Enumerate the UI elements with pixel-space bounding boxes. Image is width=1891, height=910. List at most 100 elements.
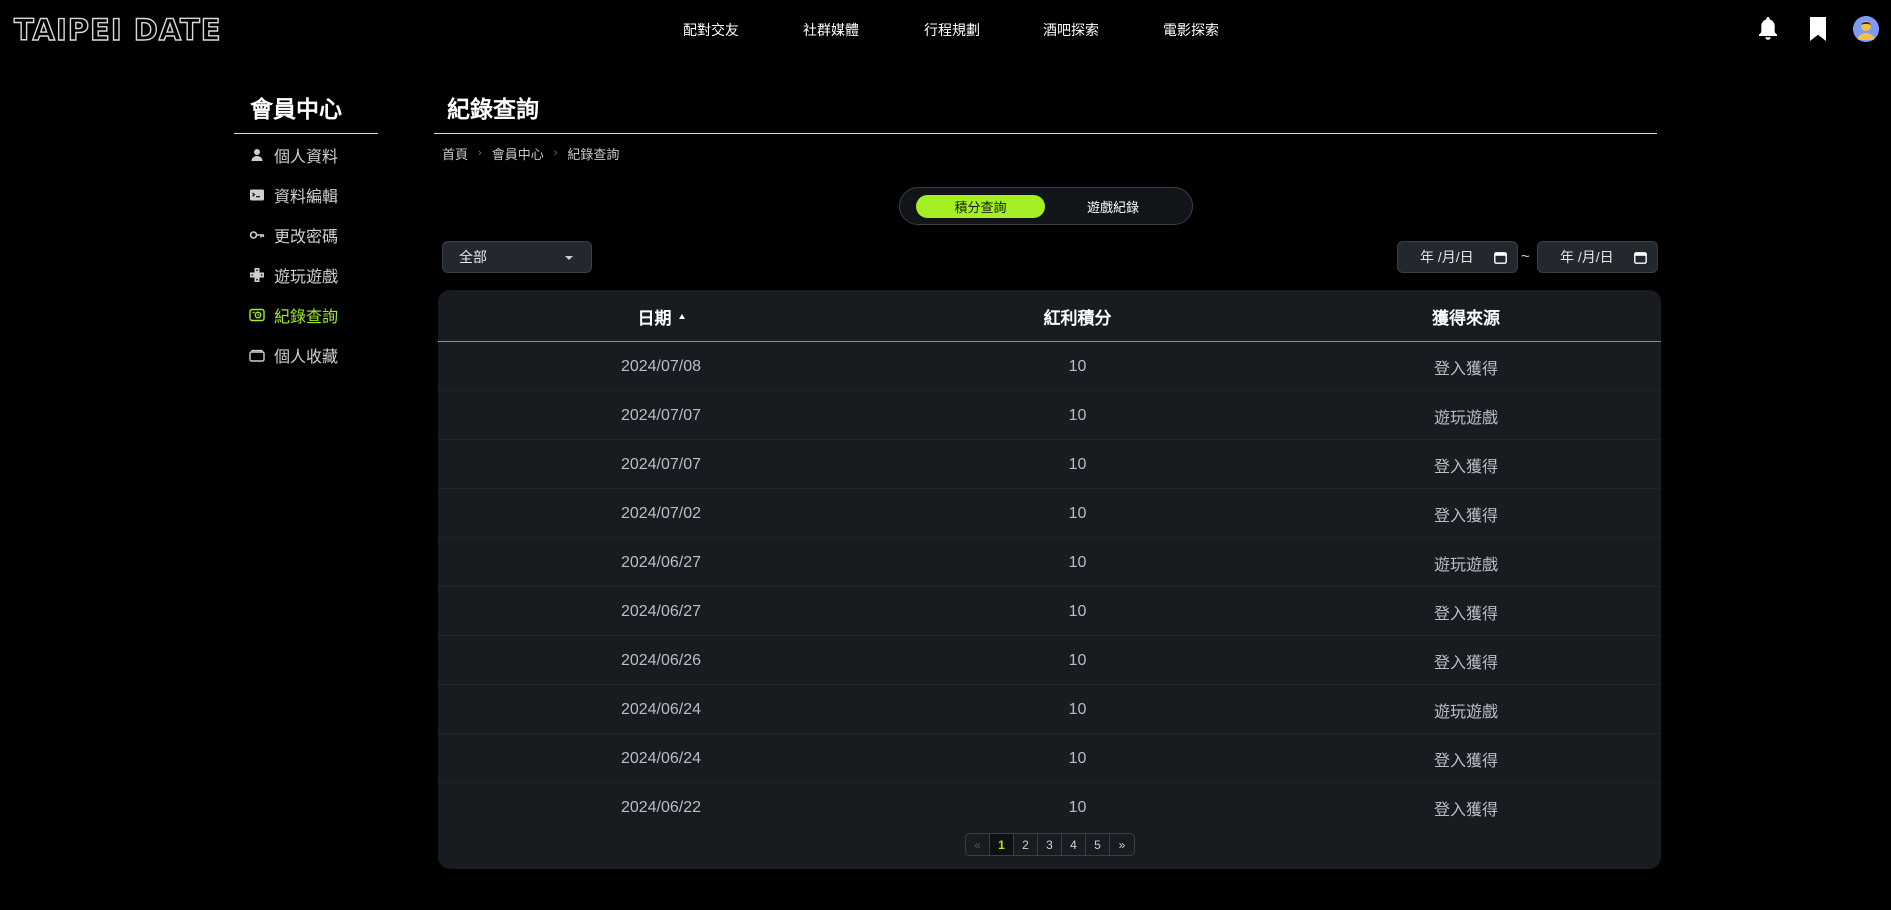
cell-date: 2024/06/27 <box>620 602 702 620</box>
cell-source: 登入獲得 <box>1433 752 1498 770</box>
sidebar-divider <box>234 133 378 134</box>
nav-item-bars[interactable]: 酒吧探索 <box>1043 20 1099 40</box>
cell-points: 10 <box>1068 406 1087 424</box>
cell-points: 10 <box>1068 700 1087 718</box>
key-icon <box>249 231 265 239</box>
sort-ascending-icon[interactable] <box>678 313 685 319</box>
terminal-icon <box>250 189 264 201</box>
table-header: 日期 紅利積分 獲得來源 <box>438 290 1661 342</box>
table-row: 2024/06/24 10 登入獲得 <box>438 734 1661 783</box>
cell-date: 2024/06/26 <box>620 651 702 669</box>
pagination-page-1[interactable]: 1 <box>990 834 1014 855</box>
cell-source: 登入獲得 <box>1433 654 1498 672</box>
cell-source: 登入獲得 <box>1433 801 1498 819</box>
cell-date: 2024/07/07 <box>620 455 702 473</box>
tab-points[interactable]: 積分查詢 <box>916 195 1045 218</box>
cell-date: 2024/07/07 <box>620 406 702 424</box>
pagination-page-3[interactable]: 3 <box>1038 834 1062 855</box>
tab-game-records[interactable]: 遊戲紀錄 <box>1048 195 1178 218</box>
cell-date: 2024/06/24 <box>620 700 702 718</box>
top-navbar: TAIPEI DATE 配對交友 社群媒體 行程規劃 酒吧探索 電影探索 <box>0 0 1891 60</box>
sidebar-item-play-games[interactable]: 遊玩遊戲 <box>249 263 338 287</box>
cell-source: 遊玩遊戲 <box>1433 556 1498 574</box>
table-row: 2024/06/27 10 遊玩遊戲 <box>438 538 1661 587</box>
pagination-next[interactable]: » <box>1110 834 1134 855</box>
breadcrumb: 首頁 › 會員中心 › 紀錄查詢 <box>442 144 619 162</box>
avatar[interactable] <box>1853 16 1879 42</box>
chevron-right-icon: › <box>553 147 558 159</box>
sidebar-item-label: 個人收藏 <box>274 349 339 366</box>
cell-source: 登入獲得 <box>1433 507 1498 525</box>
sidebar-item-label: 資料編輯 <box>274 189 339 206</box>
nav-item-itinerary[interactable]: 行程規劃 <box>924 20 980 40</box>
cell-source: 登入獲得 <box>1433 458 1498 476</box>
sidebar-item-change-password[interactable]: 更改密碼 <box>249 223 338 247</box>
select-value: 全部 <box>459 249 487 265</box>
cell-source: 遊玩遊戲 <box>1433 409 1498 427</box>
cell-date: 2024/07/08 <box>620 357 702 375</box>
date-to-value: 年 /月/日 <box>1560 249 1614 265</box>
column-header-label: 日期 <box>637 308 672 328</box>
sidebar-item-label: 紀錄查詢 <box>274 309 339 326</box>
pagination-prev[interactable]: « <box>966 834 990 855</box>
column-header-date[interactable]: 日期 <box>438 290 884 342</box>
table-row: 2024/06/22 10 登入獲得 <box>438 783 1661 832</box>
sidebar-item-label: 更改密碼 <box>274 229 339 246</box>
title-divider <box>434 133 1657 134</box>
nav-item-social[interactable]: 社群媒體 <box>803 20 859 40</box>
source-filter-select[interactable]: 全部 <box>442 241 592 273</box>
column-header-source: 獲得來源 <box>1432 308 1500 328</box>
sidebar-title: 會員中心 <box>250 96 342 122</box>
pagination: « 1 2 3 4 5 » <box>965 833 1135 856</box>
bell-icon[interactable] <box>1756 15 1782 45</box>
breadcrumb-member-center[interactable]: 會員中心 <box>492 144 544 163</box>
sidebar-item-label: 個人資料 <box>274 149 339 166</box>
nav-item-movies[interactable]: 電影探索 <box>1163 20 1219 40</box>
cell-date: 2024/06/22 <box>620 798 702 816</box>
cell-points: 10 <box>1068 798 1087 816</box>
calendar-icon[interactable] <box>1634 251 1647 264</box>
cell-points: 10 <box>1068 553 1087 571</box>
table-row: 2024/07/07 10 登入獲得 <box>438 440 1661 489</box>
cell-points: 10 <box>1068 749 1087 767</box>
table-row: 2024/07/02 10 登入獲得 <box>438 489 1661 538</box>
cell-date: 2024/06/24 <box>620 749 702 767</box>
date-from-value: 年 /月/日 <box>1420 249 1474 265</box>
record-type-toggle: 積分查詢 遊戲紀錄 <box>899 187 1193 225</box>
date-range-separator: ~ <box>1521 248 1530 265</box>
bookmark-icon[interactable] <box>1806 15 1832 45</box>
breadcrumb-home[interactable]: 首頁 <box>442 144 468 163</box>
cell-date: 2024/07/02 <box>620 504 702 522</box>
cell-date: 2024/06/27 <box>620 553 702 571</box>
main-nav: 配對交友 社群媒體 行程規劃 酒吧探索 電影探索 <box>0 20 1891 40</box>
person-icon <box>251 149 263 161</box>
table-row: 2024/07/07 10 遊玩遊戲 <box>438 391 1661 440</box>
date-to-input[interactable]: 年 /月/日 <box>1537 241 1658 273</box>
pagination-page-5[interactable]: 5 <box>1086 834 1110 855</box>
cell-source: 登入獲得 <box>1433 605 1498 623</box>
table-row: 2024/06/27 10 登入獲得 <box>438 587 1661 636</box>
nav-item-matching[interactable]: 配對交友 <box>683 20 739 40</box>
cell-points: 10 <box>1068 357 1087 375</box>
cell-points: 10 <box>1068 455 1087 473</box>
breadcrumb-current: 紀錄查詢 <box>567 146 620 162</box>
cell-points: 10 <box>1068 602 1087 620</box>
pagination-page-4[interactable]: 4 <box>1062 834 1086 855</box>
table-row: 2024/06/26 10 登入獲得 <box>438 636 1661 685</box>
points-table: 日期 紅利積分 獲得來源 2024/07/08 10 登入獲得 2024/07/… <box>438 290 1661 869</box>
page-title: 紀錄查詢 <box>447 96 539 122</box>
folder-icon <box>249 349 265 362</box>
date-from-input[interactable]: 年 /月/日 <box>1397 241 1518 273</box>
calendar-icon[interactable] <box>1494 251 1507 264</box>
sidebar-item-label: 遊玩遊戲 <box>274 269 339 286</box>
sidebar-item-records[interactable]: 紀錄查詢 <box>249 303 338 327</box>
sidebar-item-favorites[interactable]: 個人收藏 <box>249 343 338 367</box>
sidebar-item-edit-profile[interactable]: 資料編輯 <box>249 183 338 207</box>
cell-source: 遊玩遊戲 <box>1433 703 1498 721</box>
cell-source: 登入獲得 <box>1433 360 1498 378</box>
record-icon <box>249 308 265 322</box>
sidebar-item-profile[interactable]: 個人資料 <box>249 143 338 167</box>
pagination-page-2[interactable]: 2 <box>1014 834 1038 855</box>
gamepad-icon <box>250 268 264 282</box>
table-row: 2024/06/24 10 遊玩遊戲 <box>438 685 1661 734</box>
